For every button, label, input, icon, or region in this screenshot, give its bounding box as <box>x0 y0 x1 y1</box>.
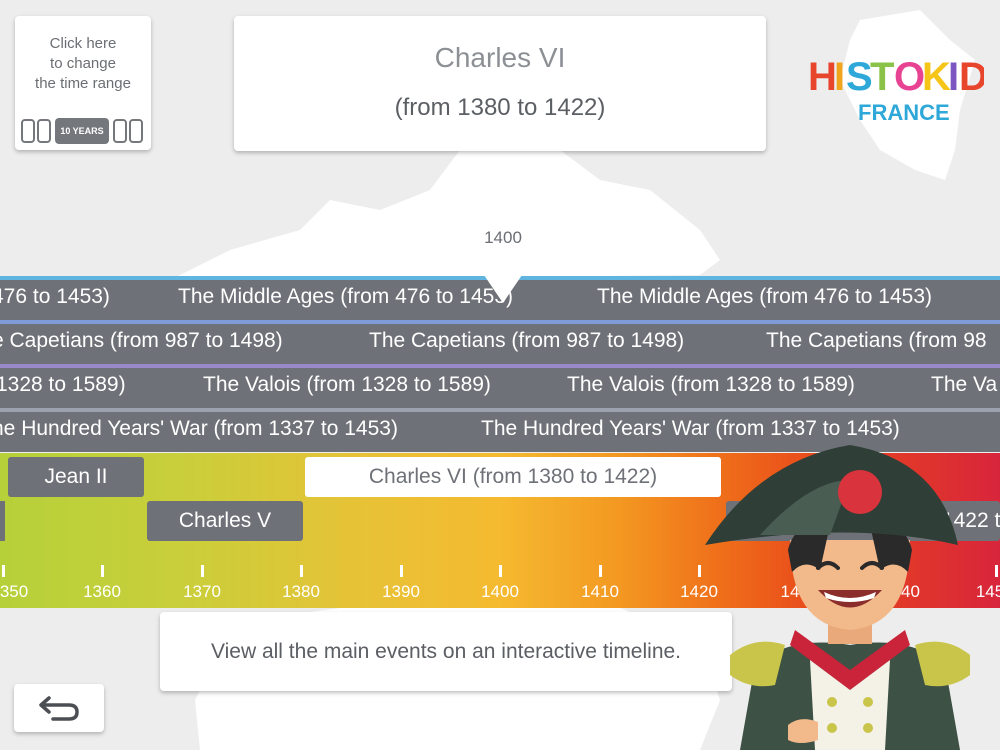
reign-charles-v[interactable]: Charles V <box>147 501 303 541</box>
band-label: The Capetians (from 987 to 1498) <box>369 329 685 352</box>
info-caption-card: View all the main events on an interacti… <box>160 612 732 691</box>
axis-year-label: 1410 <box>581 582 619 601</box>
year-marker-label: 1400 <box>484 228 522 247</box>
time-range-selector[interactable]: Click here to change the time range 10 Y… <box>15 16 151 150</box>
info-caption-text: View all the main events on an interacti… <box>210 639 682 663</box>
svg-text:D: D <box>959 55 984 99</box>
axis-year-label: 1370 <box>183 582 221 601</box>
napoleon-mascot <box>705 445 970 750</box>
band-label: 476 to 1453) <box>0 285 110 308</box>
svg-text:T: T <box>870 55 894 99</box>
band-label: 1328 to 1589) <box>0 373 126 396</box>
band-capetians[interactable]: e Capetians (from 987 to 1498) The Capet… <box>0 320 1000 364</box>
range-option[interactable] <box>37 119 51 143</box>
axis-year-label: 1400 <box>481 582 519 601</box>
axis-year-label: 1380 <box>282 582 320 601</box>
band-label: e Capetians (from 987 to 1498) <box>0 329 283 352</box>
svg-text:O: O <box>894 55 925 99</box>
band-valois[interactable]: 1328 to 1589) The Valois (from 1328 to 1… <box>0 364 1000 408</box>
svg-text:I: I <box>834 55 845 99</box>
axis-tick <box>2 565 5 577</box>
histokids-logo: H I S T O K I D FRANCE <box>808 55 984 125</box>
band-label: he Hundred Years' War (from 1337 to 1453… <box>0 417 398 440</box>
band-label: The Valois (from 1328 to 1589) <box>203 373 491 396</box>
svg-text:I: I <box>948 55 959 99</box>
axis-tick <box>599 565 602 577</box>
back-button[interactable] <box>14 684 104 732</box>
range-option[interactable] <box>113 119 127 143</box>
axis-tick <box>499 565 502 577</box>
band-label: The Capetians (from 98 <box>766 329 987 352</box>
svg-text:FRANCE: FRANCE <box>858 100 950 125</box>
back-arrow-icon <box>39 696 79 721</box>
axis-tick <box>101 565 104 577</box>
axis-tick <box>201 565 204 577</box>
axis-year-label: 350 <box>0 582 29 601</box>
axis-tick <box>300 565 303 577</box>
range-option-active[interactable]: 10 YEARS <box>55 118 109 144</box>
band-label: The Valois (from 1328 to 1589) <box>567 373 855 396</box>
selected-reign-range: (from 1380 to 1422) <box>394 94 606 121</box>
axis-year-label: 1360 <box>83 582 121 601</box>
svg-text:H: H <box>808 55 837 99</box>
reign-charles-vi[interactable]: Charles VI (from 1380 to 1422) <box>305 457 721 497</box>
reign-jean-ii[interactable]: Jean II <box>8 457 144 497</box>
band-label: The Middle Ages (from 476 to 1453) <box>597 285 933 308</box>
reign-partial-left[interactable] <box>0 501 5 541</box>
axis-year-label: 1390 <box>382 582 420 601</box>
time-range-hint: Click here to change the time range <box>35 35 131 92</box>
range-option[interactable] <box>21 119 35 143</box>
selected-reign-card: Charles VI (from 1380 to 1422) <box>234 16 766 151</box>
svg-text:K: K <box>922 55 951 99</box>
axis-tick <box>400 565 403 577</box>
svg-text:S: S <box>846 55 873 99</box>
range-option[interactable] <box>129 119 143 143</box>
band-label: The Va <box>931 373 998 396</box>
time-range-options: 10 YEARS <box>21 118 145 144</box>
band-label: The Hundred Years' War (from 1337 to 145… <box>481 417 900 440</box>
selected-reign-name: Charles VI <box>434 42 566 73</box>
